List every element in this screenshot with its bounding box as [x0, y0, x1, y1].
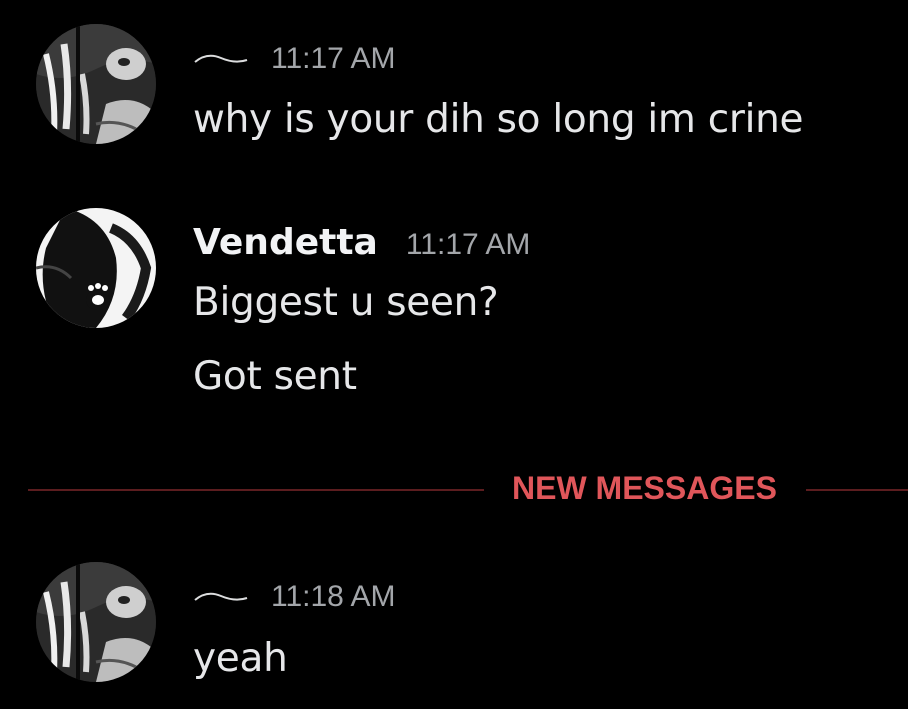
message-header: 11:18 AM: [193, 580, 396, 614]
message-group: 11:18 AM yeah: [0, 0, 908, 709]
chat-messages: 11:17 AM why is your dih so long im crin…: [0, 0, 908, 709]
username-squiggle[interactable]: [193, 586, 249, 606]
message-text: yeah: [193, 636, 288, 681]
avatar-image: [36, 562, 156, 682]
avatar[interactable]: [36, 562, 156, 682]
message-timestamp: 11:18 AM: [271, 580, 396, 613]
